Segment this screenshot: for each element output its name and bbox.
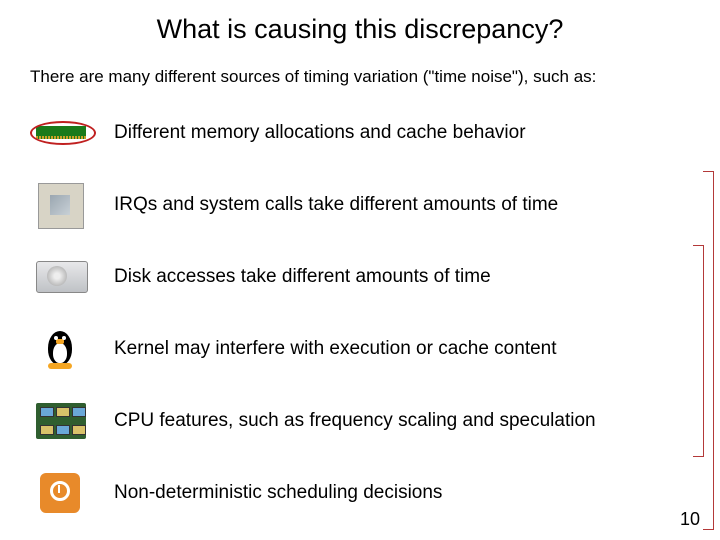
- tux-icon: [30, 327, 92, 371]
- list-item: Different memory allocations and cache b…: [30, 111, 690, 155]
- page-number: 10: [680, 509, 700, 530]
- ram-icon: [30, 111, 92, 155]
- item-label: Different memory allocations and cache b…: [114, 122, 526, 144]
- item-label: IRQs and system calls take different amo…: [114, 194, 558, 216]
- intro-text: There are many different sources of timi…: [30, 67, 690, 87]
- cpu-icon: [30, 183, 92, 227]
- item-label: Non-deterministic scheduling decisions: [114, 482, 442, 504]
- bracket-outer: [703, 171, 714, 530]
- scheduler-icon: [30, 471, 92, 515]
- item-label: Disk accesses take different amounts of …: [114, 266, 491, 288]
- list-item: IRQs and system calls take different amo…: [30, 183, 690, 227]
- slide: What is causing this discrepancy? There …: [0, 0, 720, 540]
- list-item: Disk accesses take different amounts of …: [30, 255, 690, 299]
- item-list: Different memory allocations and cache b…: [30, 111, 690, 515]
- item-label: Kernel may interfere with execution or c…: [114, 338, 557, 360]
- chipset-icon: [30, 399, 92, 443]
- list-item: CPU features, such as frequency scaling …: [30, 399, 690, 443]
- bracket-inner: [693, 245, 704, 457]
- list-item: Kernel may interfere with execution or c…: [30, 327, 690, 371]
- slide-title: What is causing this discrepancy?: [30, 14, 690, 45]
- hdd-icon: [30, 255, 92, 299]
- item-label: CPU features, such as frequency scaling …: [114, 410, 596, 432]
- list-item: Non-deterministic scheduling decisions: [30, 471, 690, 515]
